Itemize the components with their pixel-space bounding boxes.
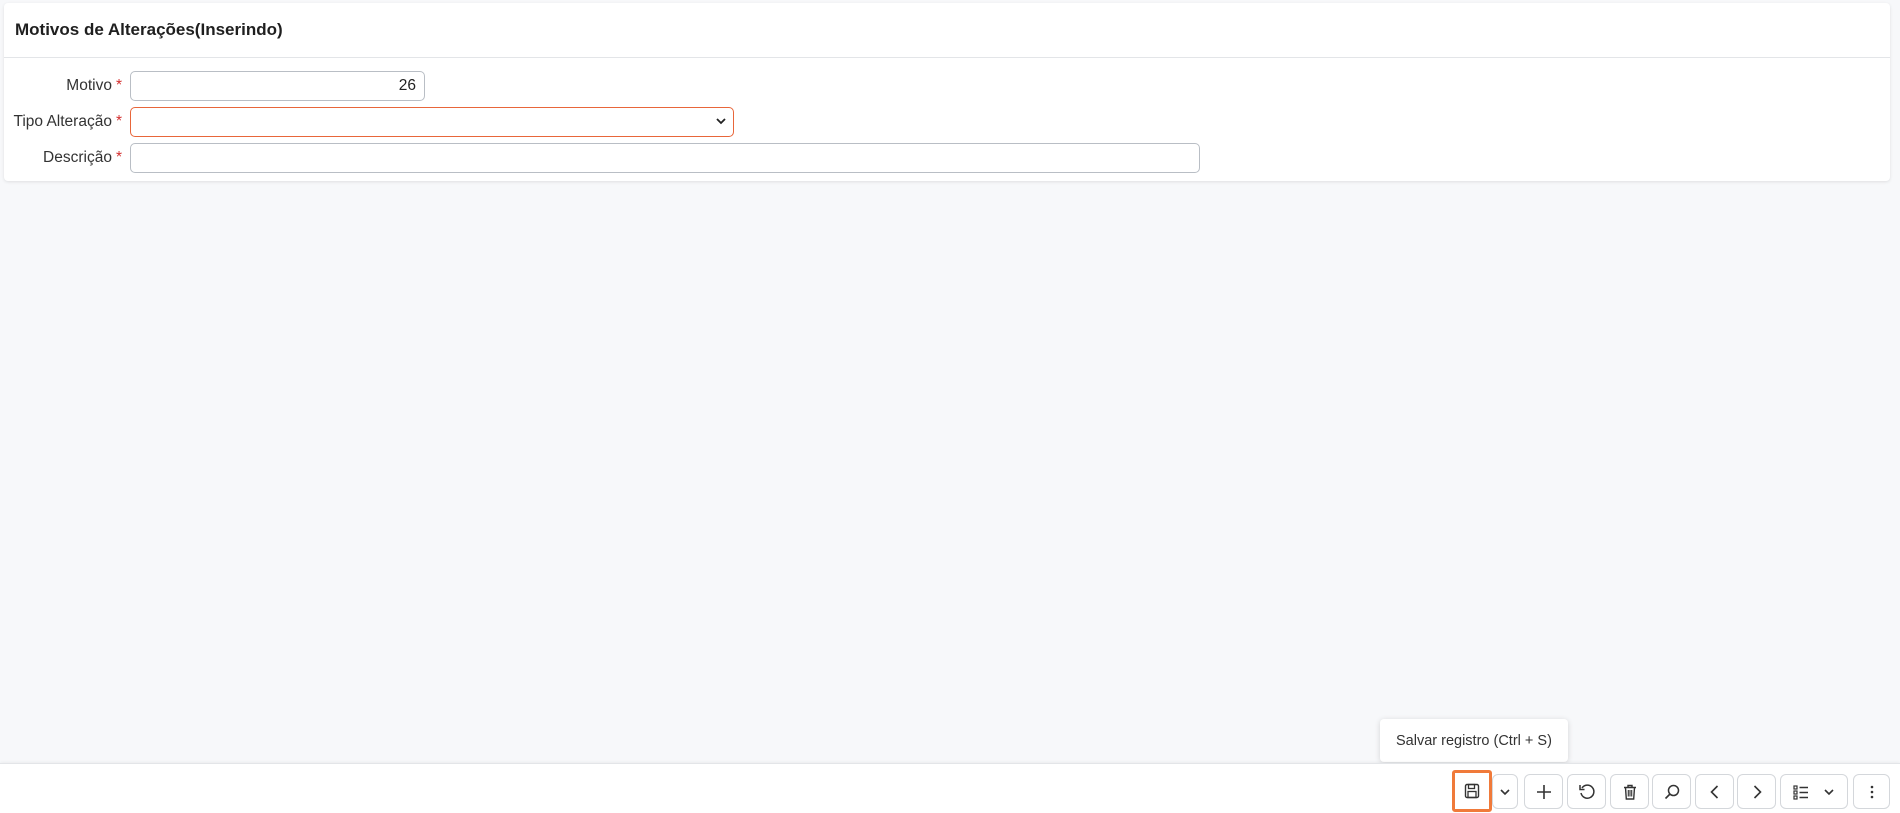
save-options-button[interactable] (1492, 774, 1518, 809)
page-title: Motivos de Alterações(Inserindo) (4, 3, 1890, 58)
search-button[interactable] (1652, 774, 1691, 809)
list-view-button[interactable] (1780, 774, 1848, 809)
plus-icon (1536, 784, 1551, 799)
chevron-right-icon (1753, 784, 1762, 799)
tipo-alteracao-select[interactable] (130, 107, 734, 137)
tipo-alteracao-label: Tipo Alteração * (13, 113, 122, 130)
more-options-button[interactable] (1853, 774, 1890, 809)
delete-button[interactable] (1610, 774, 1649, 809)
chevron-down-icon (1824, 788, 1834, 795)
add-button[interactable] (1524, 774, 1563, 809)
next-button[interactable] (1737, 774, 1776, 809)
tipo-alteracao-row: Tipo Alteração * (4, 106, 734, 138)
required-marker: * (115, 113, 122, 130)
chevron-left-icon (1709, 784, 1718, 799)
required-marker: * (115, 77, 122, 94)
bottom-toolbar (0, 763, 1900, 813)
refresh-button[interactable] (1567, 774, 1606, 809)
list-icon (1793, 784, 1809, 800)
floppy-disk-icon (1464, 783, 1480, 799)
save-button[interactable] (1452, 770, 1492, 812)
previous-button[interactable] (1695, 774, 1734, 809)
tipo-alteracao-value[interactable] (130, 107, 734, 137)
refresh-icon (1578, 783, 1595, 799)
save-tooltip: Salvar registro (Ctrl + S) (1380, 719, 1568, 762)
motivo-input[interactable] (130, 71, 425, 101)
chevron-down-icon (716, 118, 726, 125)
descricao-row: Descrição * (4, 142, 1200, 174)
trash-icon (1623, 784, 1636, 800)
chevron-down-icon (1500, 788, 1510, 795)
form-panel: Motivos de Alterações(Inserindo) Motivo *… (4, 3, 1890, 181)
search-icon (1664, 784, 1679, 799)
descricao-label: Descrição * (43, 149, 122, 166)
kebab-menu-icon (1870, 785, 1873, 798)
motivo-row: Motivo * (4, 70, 425, 102)
descricao-input[interactable] (130, 143, 1200, 173)
motivo-label: Motivo * (66, 77, 122, 94)
required-marker: * (115, 149, 122, 166)
